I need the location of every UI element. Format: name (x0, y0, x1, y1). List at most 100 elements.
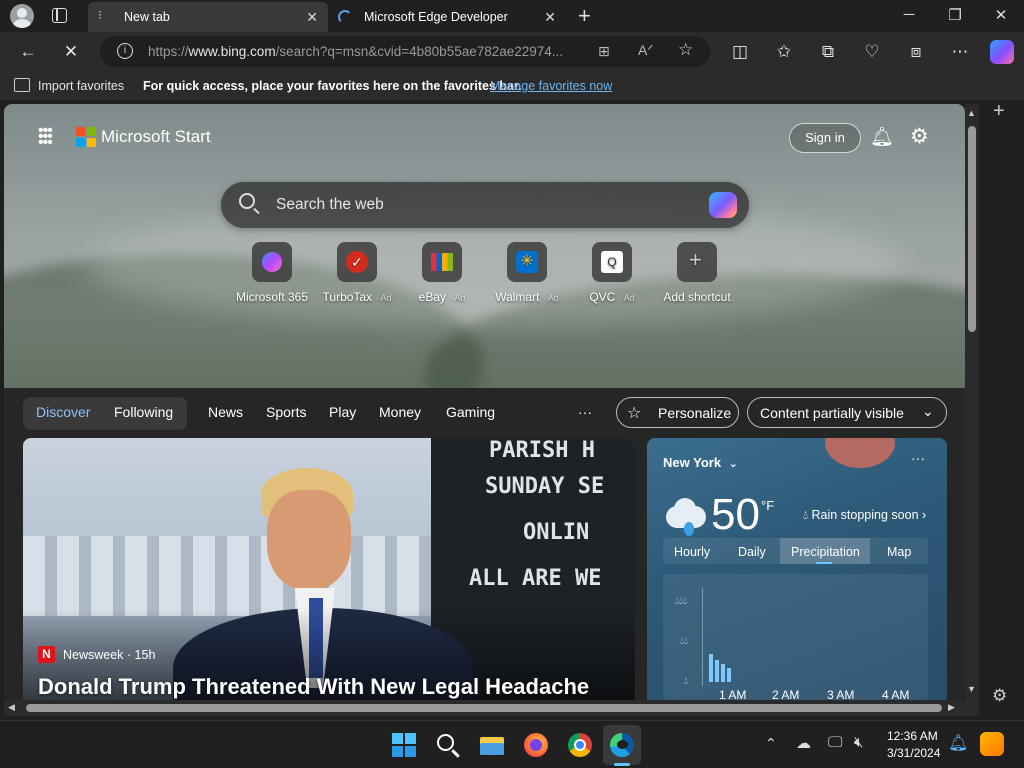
tab-play[interactable]: Play (329, 404, 356, 420)
weather-tab-hourly[interactable]: Hourly (674, 545, 710, 559)
quick-link-ebay[interactable]: eBay · Ad (397, 242, 487, 304)
edge-taskbar-icon[interactable] (608, 731, 636, 759)
heavy-rain-icon: 💧︎💧︎💧︎ (675, 596, 687, 607)
vertical-scroll-thumb[interactable] (968, 126, 976, 332)
profile-avatar[interactable] (10, 4, 34, 28)
address-bar[interactable]: i https://www.bing.com/search?q=msn&cvid… (100, 36, 710, 67)
story-source: Newsweek · 15h (63, 648, 155, 662)
content-visibility-dropdown[interactable]: Content partially visible ⌄ (747, 397, 947, 428)
quick-link-microsoft-365[interactable]: Microsoft 365 (227, 242, 317, 304)
time-label: 2 AM (772, 688, 800, 700)
firefox-icon[interactable] (522, 731, 550, 759)
quick-link-walmart[interactable]: ✳ Walmart · Ad (482, 242, 572, 304)
weather-tab-map[interactable]: Map (887, 545, 911, 559)
taskbar-clock-time[interactable]: 12:36 AM (887, 729, 938, 743)
copilot-icon[interactable] (990, 40, 1014, 64)
scroll-up-arrow-icon[interactable]: ▲ (967, 108, 976, 118)
tab-sports[interactable]: Sports (266, 404, 306, 420)
horizontal-scrollbar[interactable]: ◀ ▶ (4, 700, 979, 716)
scroll-down-arrow-icon[interactable]: ▼ (967, 684, 976, 694)
taskbar-clock-date[interactable]: 3/31/2024 (887, 746, 940, 760)
light-rain-icon: 💧︎ (684, 676, 688, 687)
edge-sidebar: + ⚙ (983, 100, 1024, 720)
show-hidden-icons-chevron-up-icon[interactable]: ⌃ (765, 735, 777, 752)
more-categories-icon[interactable]: ··· (578, 404, 592, 420)
search-input-placeholder[interactable]: Search the web (276, 196, 384, 214)
tab-gaming[interactable]: Gaming (446, 404, 495, 420)
personalize-button[interactable]: ☆ Personalize (616, 397, 739, 428)
notifications-bell-icon[interactable]: 🔔︎ (870, 125, 894, 149)
search-icon (239, 193, 255, 209)
cloud-rain-icon (662, 496, 708, 536)
vertical-scrollbar[interactable]: ▲ ▼ (965, 104, 979, 700)
page-settings-gear-icon[interactable]: ⚙ (910, 124, 929, 149)
weather-tab-precipitation[interactable]: Precipitation (791, 545, 860, 559)
tab-edge-developer[interactable]: Microsoft Edge Developer ✕ (328, 2, 566, 32)
tab-discover[interactable]: Discover (36, 404, 90, 420)
new-tab-icon[interactable]: + (578, 3, 591, 29)
apps-launcher-icon[interactable]: ••• ••• ••• (38, 123, 53, 151)
add-shortcut[interactable]: + Add shortcut (652, 242, 742, 304)
taskbar-search-icon[interactable] (434, 731, 462, 759)
back-icon[interactable]: ← (17, 41, 39, 63)
story-headline[interactable]: Donald Trump Threatened With New Legal H… (38, 674, 589, 700)
close-window-icon[interactable]: ✕ (986, 6, 1016, 24)
apps-available-icon[interactable]: ⊞ (598, 43, 610, 60)
tab-new-tab[interactable]: ⁝ New tab ✕ (88, 2, 328, 32)
split-screen-icon[interactable]: ◫ (729, 41, 751, 63)
top-story-card[interactable]: PARISH H SUNDAY SE ONLIN ALL ARE WE N Ne… (23, 438, 635, 700)
notification-bell-icon[interactable]: 🔔︎ (948, 733, 968, 753)
extensions-icon[interactable]: ⧈ (905, 41, 927, 63)
onedrive-cloud-icon[interactable]: ☁ (796, 734, 811, 752)
file-explorer-icon[interactable] (478, 731, 506, 759)
tab-actions-icon[interactable] (52, 8, 67, 23)
newsweek-logo: N (38, 646, 55, 663)
site-info-icon[interactable]: i (117, 43, 133, 59)
sign-in-button[interactable]: Sign in (789, 123, 861, 153)
tab-money[interactable]: Money (379, 404, 421, 420)
minimize-icon[interactable]: ─ (894, 6, 924, 23)
close-tab-icon[interactable]: ✕ (544, 9, 556, 26)
qvc-icon: Q (592, 242, 632, 282)
import-favorites-icon[interactable] (14, 78, 30, 92)
collections-icon[interactable]: ⧉ (817, 41, 839, 63)
weather-card[interactable]: New York ⌄ ··· 50 °F 💧︎ Rain stopping so… (647, 438, 947, 700)
web-search-box[interactable]: Search the web (221, 182, 749, 228)
settings-more-icon[interactable]: ⋯ (949, 41, 971, 63)
read-aloud-icon[interactable]: Aᐟ (638, 42, 653, 59)
scroll-left-arrow-icon[interactable]: ◀ (8, 702, 15, 713)
quick-link-qvc[interactable]: Q QVC · Ad (567, 242, 657, 304)
manage-favorites-link[interactable]: Manage favorites now (490, 79, 612, 93)
weather-condition[interactable]: 💧︎ Rain stopping soon › (803, 508, 926, 523)
sidebar-settings-icon[interactable]: ⚙ (992, 686, 1007, 706)
url-text[interactable]: https://www.bing.com/search?q=msn&cvid=4… (148, 44, 563, 59)
add-sidebar-app-icon[interactable]: + (993, 100, 1005, 123)
volume-muted-icon[interactable]: 🔇︎ (854, 734, 863, 751)
sign-in-label: Sign in (805, 130, 845, 145)
stop-loading-icon[interactable]: ✕ (60, 41, 82, 63)
tab-following[interactable]: Following (114, 404, 173, 420)
restore-icon[interactable]: ❐ (940, 6, 970, 24)
copilot-pre-icon[interactable] (980, 732, 1004, 756)
copilot-search-icon[interactable] (709, 192, 737, 218)
browser-essentials-icon[interactable]: ♡ (861, 41, 883, 63)
condition-text: Rain stopping soon (811, 508, 919, 522)
chrome-icon[interactable] (566, 731, 594, 759)
favorites-bar-message: For quick access, place your favorites h… (143, 79, 522, 93)
close-tab-icon[interactable]: ✕ (306, 9, 318, 26)
scroll-right-arrow-icon[interactable]: ▶ (948, 702, 955, 713)
precipitation-bar (727, 668, 731, 682)
import-favorites-button[interactable]: Import favorites (38, 79, 124, 93)
weather-tab-daily[interactable]: Daily (738, 545, 766, 559)
weather-more-icon[interactable]: ··· (911, 450, 925, 466)
windows-start-icon[interactable] (390, 731, 418, 759)
tab-news[interactable]: News (208, 404, 243, 420)
horizontal-scroll-thumb[interactable] (26, 704, 942, 712)
weather-city[interactable]: New York ⌄ (663, 455, 738, 470)
quick-link-turbotax[interactable]: ✓ TurboTax · Ad (312, 242, 402, 304)
favorites-icon[interactable]: ✩ (773, 41, 795, 63)
brand-name[interactable]: Microsoft Start (101, 127, 211, 147)
moderate-rain-icon: 💧︎💧︎ (680, 636, 688, 647)
favorite-star-icon[interactable]: ☆ (678, 40, 693, 60)
display-icon[interactable]: 🖵︎ (828, 734, 842, 751)
